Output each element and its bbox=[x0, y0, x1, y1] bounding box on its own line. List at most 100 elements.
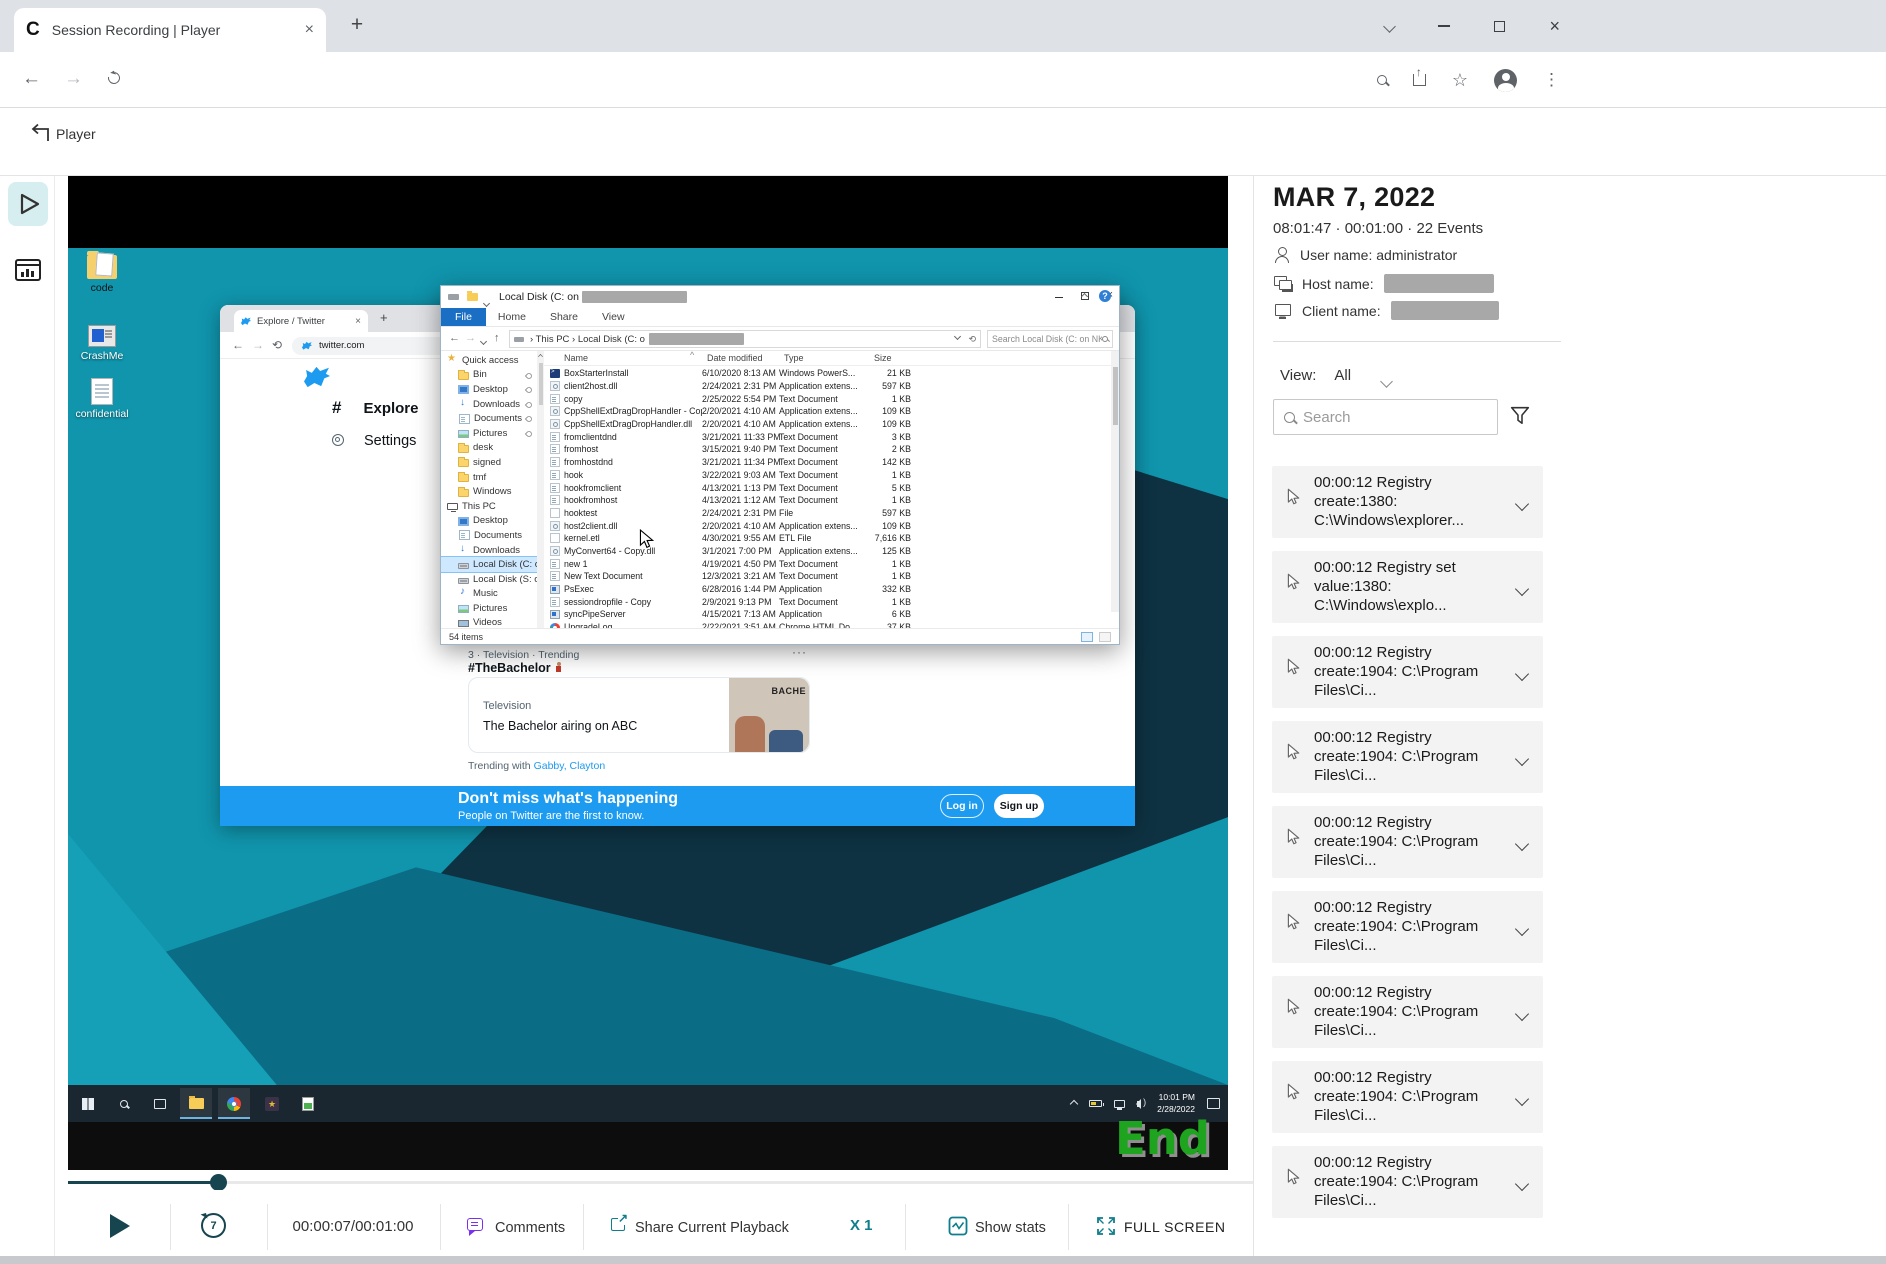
file-row[interactable]: host2client.dll 2/20/2021 4:10 AM Applic… bbox=[544, 519, 1111, 532]
trend-hashtag[interactable]: #TheBachelor bbox=[468, 661, 562, 675]
browser-menu-icon[interactable]: ⋮ bbox=[1543, 70, 1560, 90]
chevron-down-icon[interactable] bbox=[1514, 1176, 1530, 1192]
share-playback-button[interactable]: Share Current Playback bbox=[635, 1220, 789, 1236]
volume-icon[interactable] bbox=[1136, 1097, 1146, 1109]
twitter-nav-settings[interactable]: Settings bbox=[332, 433, 416, 449]
trending-links[interactable]: Gabby, Clayton bbox=[534, 760, 606, 772]
explorer-nav-item[interactable]: Quick access bbox=[441, 353, 537, 368]
event-search-input[interactable] bbox=[1303, 408, 1463, 426]
comments-button[interactable]: Comments bbox=[495, 1220, 565, 1236]
login-button[interactable]: Log in bbox=[940, 794, 984, 818]
forward-icon[interactable]: → bbox=[64, 68, 83, 90]
file-row[interactable]: copy 2/25/2022 5:54 PM Text Document 1 K… bbox=[544, 392, 1111, 405]
close-window-button[interactable]: × bbox=[1549, 16, 1560, 37]
nav-scrollbar[interactable] bbox=[537, 351, 544, 628]
file-explorer-window[interactable]: Local Disk (C: on × FileHomeShareView ? … bbox=[440, 285, 1120, 645]
task-view-button[interactable] bbox=[144, 1088, 176, 1119]
trend-more-icon[interactable]: ··· bbox=[792, 645, 807, 659]
back-icon[interactable]: ← bbox=[22, 68, 41, 90]
column-date-modified[interactable]: Date modified bbox=[707, 353, 763, 363]
chevron-down-icon[interactable] bbox=[954, 332, 962, 340]
tab-search-chevron-icon[interactable] bbox=[1383, 19, 1397, 33]
explorer-nav-item[interactable]: Local Disk (S: on bbox=[441, 572, 537, 587]
chevron-down-icon[interactable] bbox=[1514, 581, 1530, 597]
explorer-nav-item[interactable]: Desktop bbox=[441, 514, 537, 529]
signup-button[interactable]: Sign up bbox=[994, 794, 1044, 818]
back-return-icon[interactable] bbox=[26, 122, 52, 144]
event-card[interactable]: 00:00:12 Registry create:1904: C:\Progra… bbox=[1272, 976, 1543, 1048]
help-icon[interactable]: ? bbox=[1099, 290, 1111, 302]
desktop-icon-confidential[interactable]: confidential bbox=[72, 378, 132, 420]
thumbnail-view-icon[interactable] bbox=[1099, 632, 1111, 642]
explorer-nav-item[interactable]: Music bbox=[441, 586, 537, 602]
show-stats-button[interactable]: Show stats bbox=[975, 1220, 1046, 1236]
ribbon-tab[interactable]: Share bbox=[538, 308, 590, 326]
file-row[interactable]: fromhostdnd 3/21/2021 11:34 PM Text Docu… bbox=[544, 456, 1111, 469]
file-row[interactable]: PsExec 6/28/2016 1:44 PM Application 332… bbox=[544, 583, 1111, 596]
refresh-icon[interactable]: ⟲ bbox=[968, 334, 976, 345]
back-icon[interactable]: ← bbox=[232, 338, 244, 352]
file-row[interactable]: MyConvert64 - Copy.dll 3/1/2021 7:00 PM … bbox=[544, 545, 1111, 558]
event-search-box[interactable] bbox=[1273, 399, 1498, 435]
breadcrumb[interactable]: › This PC › Local Disk (C: o ⟲ bbox=[509, 330, 981, 348]
event-card[interactable]: 00:00:12 Registry create:1904: C:\Progra… bbox=[1272, 806, 1543, 878]
share-icon[interactable] bbox=[1412, 65, 1426, 86]
explorer-nav-item[interactable]: Documents bbox=[441, 411, 537, 426]
event-card[interactable]: 00:00:12 Registry create:1904: C:\Progra… bbox=[1272, 721, 1543, 793]
file-row[interactable]: hooktest 2/24/2021 2:31 PM File 597 KB bbox=[544, 507, 1111, 520]
column-name[interactable]: Name bbox=[564, 353, 588, 363]
explorer-nav-item[interactable]: Local Disk (C: or bbox=[441, 556, 537, 573]
session-video[interactable]: code CrashMe confidential Explore / Twit… bbox=[68, 176, 1228, 1170]
event-card[interactable]: 00:00:12 Registry create:1904: C:\Progra… bbox=[1272, 891, 1543, 963]
chevron-down-icon[interactable] bbox=[1514, 836, 1530, 852]
explorer-nav-item[interactable]: Documents bbox=[441, 528, 537, 543]
event-card[interactable]: 00:00:12 Registry set value:1380: C:\Win… bbox=[1272, 551, 1543, 623]
explorer-nav-item[interactable]: Videos bbox=[441, 616, 537, 628]
file-row[interactable]: syncPipeServer 4/15/2021 7:13 AM Applica… bbox=[544, 608, 1111, 621]
explorer-nav-item[interactable]: Bin bbox=[441, 368, 537, 383]
zoom-icon[interactable] bbox=[1376, 75, 1387, 85]
explorer-nav-item[interactable]: Pictures bbox=[441, 601, 537, 616]
details-view-icon[interactable] bbox=[1081, 632, 1093, 642]
ribbon-tab[interactable]: View bbox=[590, 308, 637, 326]
action-center-icon[interactable] bbox=[1207, 1098, 1220, 1109]
new-tab-button[interactable]: + bbox=[380, 310, 388, 325]
twitter-nav-explore[interactable]: # Explore bbox=[332, 398, 419, 418]
file-row[interactable]: client2host.dll 2/24/2021 2:31 PM Applic… bbox=[544, 380, 1111, 393]
chevron-down-icon[interactable] bbox=[1514, 751, 1530, 767]
taskbar-chrome[interactable] bbox=[218, 1088, 250, 1119]
seek-bar-track[interactable] bbox=[68, 1181, 1253, 1184]
forward-icon[interactable]: → bbox=[465, 332, 476, 344]
chevron-down-icon[interactable] bbox=[1514, 921, 1530, 937]
file-row[interactable]: sessiondropfile - Copy 2/9/2021 9:13 PM … bbox=[544, 595, 1111, 608]
minimize-button[interactable] bbox=[1054, 297, 1063, 299]
reload-icon[interactable] bbox=[105, 69, 123, 87]
file-row[interactable]: hookfromclient 4/13/2021 1:13 PM Text Do… bbox=[544, 481, 1111, 494]
share-playback-icon[interactable] bbox=[611, 1211, 628, 1231]
sidebar-player-tab[interactable] bbox=[8, 182, 48, 226]
file-row[interactable]: New Text Document 12/3/2021 3:21 AM Text… bbox=[544, 570, 1111, 583]
chevron-down-icon[interactable] bbox=[1514, 666, 1530, 682]
view-dropdown-icon[interactable] bbox=[1380, 375, 1393, 388]
view-selector[interactable]: View: All bbox=[1280, 367, 1351, 384]
desktop-icon-crashme[interactable]: CrashMe bbox=[72, 325, 132, 362]
column-type[interactable]: Type bbox=[784, 353, 804, 363]
file-row[interactable]: fromhost 3/15/2021 9:40 PM Text Document… bbox=[544, 443, 1111, 456]
explorer-nav-item[interactable]: signed bbox=[441, 455, 537, 470]
ribbon-tab[interactable]: Home bbox=[486, 308, 538, 326]
file-row[interactable]: BoxStarterInstall 6/10/2020 8:13 AM Wind… bbox=[544, 367, 1111, 380]
explorer-nav-item[interactable]: desk bbox=[441, 441, 537, 456]
file-list-header[interactable]: Name ^ Date modified Type Size bbox=[544, 351, 1111, 366]
browser-tab[interactable]: C Session Recording | Player × bbox=[14, 8, 326, 52]
ribbon-tab[interactable]: File bbox=[441, 308, 486, 326]
tab-close-icon[interactable]: × bbox=[305, 21, 314, 39]
network-icon[interactable] bbox=[1114, 1099, 1126, 1110]
explorer-nav-item[interactable]: Downloads bbox=[441, 543, 537, 558]
sidebar-stats-tab[interactable] bbox=[12, 255, 44, 285]
show-stats-icon[interactable] bbox=[948, 1216, 968, 1236]
filter-icon[interactable] bbox=[1510, 406, 1530, 426]
file-row[interactable]: UpgradeLog 2/22/2021 3:51 AM Chrome HTML… bbox=[544, 621, 1111, 628]
battery-icon[interactable] bbox=[1089, 1100, 1105, 1107]
explorer-nav-item[interactable]: This PC bbox=[441, 499, 537, 514]
bookmark-star-icon[interactable]: ☆ bbox=[1452, 70, 1468, 91]
